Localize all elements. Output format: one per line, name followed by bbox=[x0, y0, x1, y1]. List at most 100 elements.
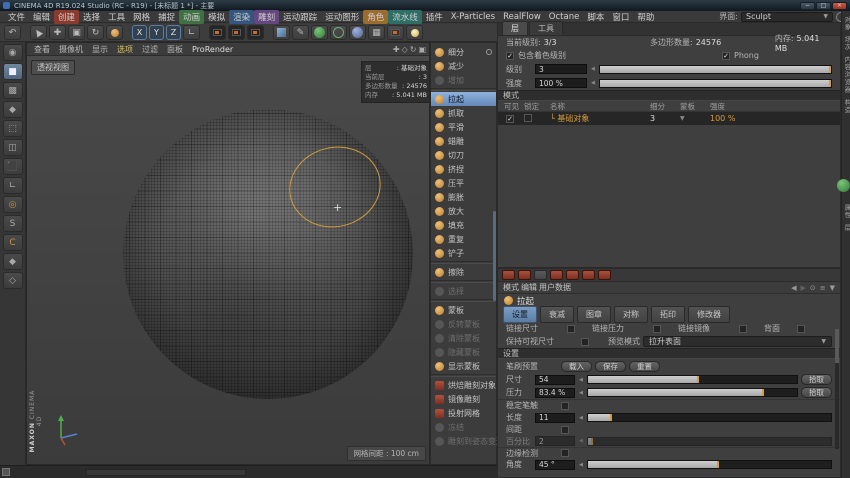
history-icon-5[interactable] bbox=[566, 270, 579, 280]
size-slider[interactable] bbox=[587, 375, 798, 384]
link-size-checkbox[interactable] bbox=[567, 325, 575, 333]
spinner-arrow-icon[interactable]: ◀ bbox=[579, 462, 583, 468]
render-view-icon[interactable] bbox=[209, 25, 226, 40]
level-slider[interactable] bbox=[599, 65, 832, 74]
attribute-scrollbar[interactable] bbox=[835, 329, 839, 449]
layer-row-base-object[interactable]: ✓ └ 基础对象 3 ▼ 100 % bbox=[498, 112, 840, 125]
vp-menu-panel[interactable]: 面板 bbox=[163, 44, 187, 55]
menu-animate[interactable]: 动画 bbox=[179, 10, 204, 24]
dock-tab-attributes[interactable]: 属性 bbox=[842, 204, 850, 219]
rotate-tool-icon[interactable]: ↻ bbox=[87, 25, 104, 40]
make-editable-icon[interactable]: ◉ bbox=[3, 44, 23, 61]
sculpt-tool-fill[interactable]: 填充 bbox=[431, 218, 496, 232]
strength-input[interactable]: 100 % bbox=[535, 78, 587, 88]
perspective-viewport[interactable]: 查看 摄像机 显示 选项 过滤 面板 ProRender ✚ ◇ ↻ ▣ 透视视… bbox=[26, 42, 430, 465]
vp-menu-prorender[interactable]: ProRender bbox=[188, 45, 237, 54]
sculpt-tool-decrease[interactable]: 减少 bbox=[431, 59, 496, 73]
dock-tab-objects[interactable]: 对象 bbox=[842, 16, 850, 31]
polygons-mode-icon[interactable]: ⬛ bbox=[3, 158, 23, 175]
clone-array-icon[interactable]: ▦ bbox=[368, 25, 385, 40]
pen-spline-icon[interactable]: ✎ bbox=[292, 25, 309, 40]
link-mirror-checkbox[interactable] bbox=[739, 325, 747, 333]
vp-menu-view[interactable]: 查看 bbox=[30, 44, 54, 55]
tab-layers[interactable]: 层 bbox=[502, 21, 528, 35]
pressure-input[interactable]: 83.4 % bbox=[535, 388, 575, 398]
menu-render[interactable]: 渲染 bbox=[229, 10, 254, 24]
sculpt-tool-mask[interactable]: 蒙板 bbox=[431, 303, 496, 317]
vp-menu-options[interactable]: 选项 bbox=[113, 44, 137, 55]
load-preset-button[interactable]: 载入 bbox=[561, 361, 592, 372]
x-axis-lock-button[interactable]: X bbox=[132, 25, 147, 40]
history-icon-1[interactable] bbox=[502, 270, 515, 280]
am-menu-mode[interactable]: 模式 bbox=[503, 282, 519, 293]
menu-mograph[interactable]: 运动图形 bbox=[321, 10, 363, 24]
enable-axis-icon[interactable]: ∟ bbox=[3, 177, 23, 194]
sculpt-project-mesh[interactable]: 投射网格 bbox=[431, 406, 496, 420]
spinner-arrow-icon[interactable]: ◀ bbox=[579, 390, 583, 396]
sculpt-tool-repeat[interactable]: 重复 bbox=[431, 232, 496, 246]
dock-tab-layers[interactable]: 层 bbox=[842, 224, 850, 232]
viewport-solo-icon[interactable]: ◇ bbox=[3, 272, 23, 289]
layer-lock-checkbox[interactable] bbox=[524, 114, 532, 122]
zoom-view-icon[interactable]: ◇ bbox=[402, 45, 408, 54]
am-menu-userdata[interactable]: 用户数据 bbox=[539, 282, 571, 293]
angle-slider[interactable] bbox=[587, 460, 832, 469]
preview-mode-select[interactable]: 拉升表面▼ bbox=[643, 336, 832, 347]
menu-xparticles[interactable]: X-Particles bbox=[447, 11, 499, 23]
menu-plugins[interactable]: 插件 bbox=[422, 10, 447, 24]
back-arrow-icon[interactable]: ◀ bbox=[791, 284, 796, 292]
size-input[interactable]: 54 bbox=[535, 375, 575, 385]
pan-view-icon[interactable]: ✚ bbox=[393, 45, 400, 54]
sculpt-tool-subdivide[interactable]: 细分 bbox=[431, 45, 496, 59]
sculpt-tool-erase[interactable]: 擦除 bbox=[431, 265, 496, 279]
tweak-mode-icon[interactable]: ◎ bbox=[3, 196, 23, 213]
maximize-button[interactable]: □ bbox=[816, 2, 831, 10]
menu-simulate[interactable]: 模拟 bbox=[204, 10, 229, 24]
save-preset-button[interactable]: 保存 bbox=[595, 361, 626, 372]
rotate-view-icon[interactable]: ↻ bbox=[410, 45, 417, 54]
phong-checkbox[interactable]: ✓ bbox=[722, 52, 730, 60]
sculpt-tool-inflate[interactable]: 膨胀 bbox=[431, 190, 496, 204]
vp-menu-camera[interactable]: 摄像机 bbox=[55, 44, 87, 55]
sculpt-tool-grab[interactable]: 抓取 bbox=[431, 106, 496, 120]
sculpt-tool-show-mask[interactable]: 显示蒙板 bbox=[431, 359, 496, 373]
snap-icon[interactable]: S bbox=[3, 215, 23, 232]
camera-icon[interactable] bbox=[387, 25, 404, 40]
history-icon-4[interactable] bbox=[550, 270, 563, 280]
sculpt-tool-scrape[interactable]: 铲子 bbox=[431, 246, 496, 260]
menu-select[interactable]: 选择 bbox=[79, 10, 104, 24]
sculpt-panel-scrollbar[interactable] bbox=[493, 211, 496, 301]
points-mode-icon[interactable]: ⬚ bbox=[3, 120, 23, 137]
dock-tab-structure[interactable]: 构造 bbox=[842, 99, 850, 114]
render-settings-icon[interactable] bbox=[247, 25, 264, 40]
history-icon-6[interactable] bbox=[582, 270, 595, 280]
tab-stencil[interactable]: 拓印 bbox=[651, 306, 685, 323]
minimize-button[interactable]: − bbox=[800, 2, 815, 10]
last-tool-icon[interactable] bbox=[106, 25, 123, 40]
menu-character[interactable]: 角色 bbox=[363, 10, 388, 24]
light-icon[interactable] bbox=[406, 25, 423, 40]
tab-symmetry[interactable]: 对称 bbox=[614, 306, 648, 323]
spinner-arrow-icon[interactable]: ◀ bbox=[579, 377, 583, 383]
lock-icon[interactable]: ▼ bbox=[830, 284, 835, 292]
vp-menu-display[interactable]: 显示 bbox=[88, 44, 112, 55]
backface-checkbox[interactable] bbox=[797, 325, 805, 333]
timeline-handle[interactable] bbox=[2, 468, 10, 476]
pick-pressure-button[interactable]: 拾取 bbox=[801, 387, 832, 398]
undo-icon[interactable]: ↶ bbox=[4, 25, 21, 40]
layer-visible-checkbox[interactable]: ✓ bbox=[506, 115, 514, 123]
edges-mode-icon[interactable]: ◫ bbox=[3, 139, 23, 156]
include-shading-checkbox[interactable]: ✓ bbox=[506, 52, 514, 60]
tab-settings[interactable]: 设置 bbox=[503, 306, 537, 323]
move-tool-icon[interactable]: ✚ bbox=[49, 25, 66, 40]
menu-motion-tracker[interactable]: 运动跟踪 bbox=[279, 10, 321, 24]
tab-stamp[interactable]: 图章 bbox=[577, 306, 611, 323]
menu-snap[interactable]: 捕捉 bbox=[154, 10, 179, 24]
live-selection-icon[interactable]: ▲ bbox=[30, 25, 47, 40]
steady-stroke-checkbox[interactable] bbox=[561, 402, 569, 410]
tab-modifiers[interactable]: 修改器 bbox=[688, 306, 730, 323]
capsule-icon[interactable]: C bbox=[3, 234, 23, 251]
view-label[interactable]: 透视视图 bbox=[31, 60, 75, 75]
menu-tools[interactable]: 工具 bbox=[104, 10, 129, 24]
render-to-picture-viewer-icon[interactable] bbox=[228, 25, 245, 40]
